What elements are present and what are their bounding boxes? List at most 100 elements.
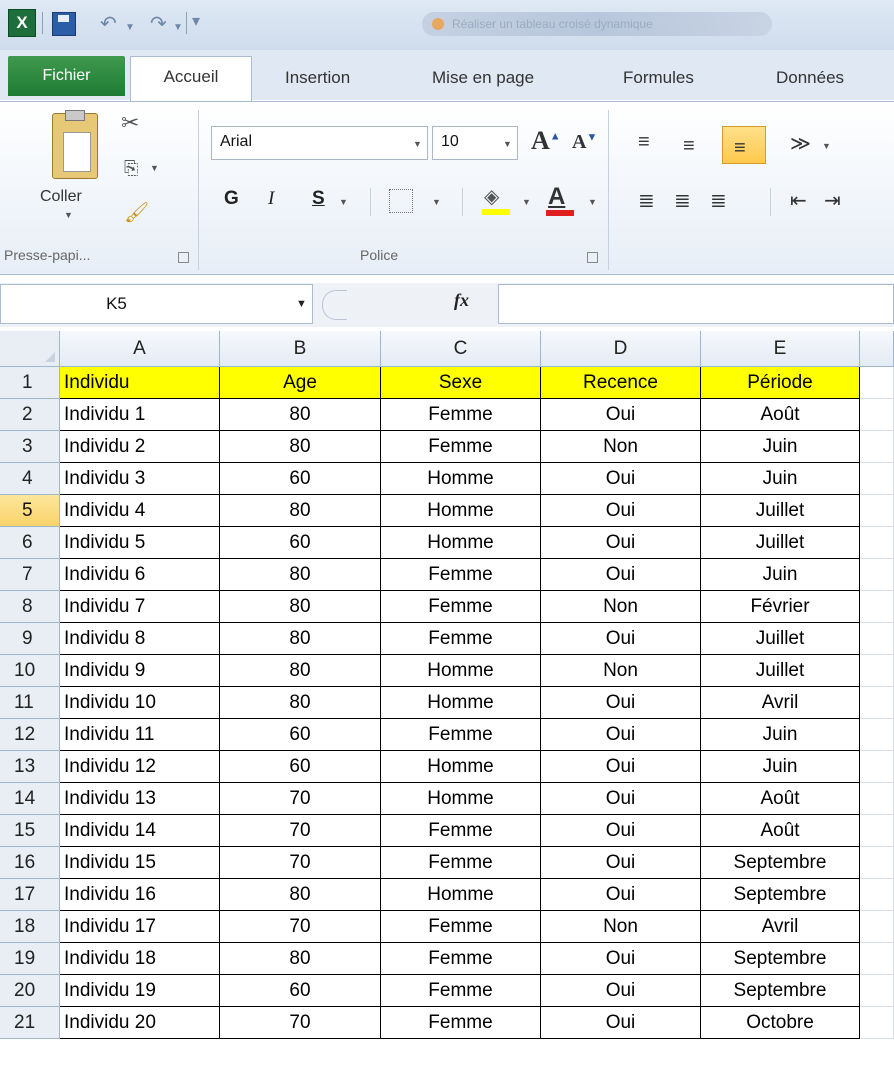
tab-formules[interactable]: Formules [623,60,694,96]
row-header-15[interactable]: 15 [0,815,60,847]
column-header-b[interactable]: B [220,331,381,367]
row-header-7[interactable]: 7 [0,559,60,591]
table-cell[interactable]: 80 [220,943,381,975]
column-header-c[interactable]: C [381,331,541,367]
table-cell[interactable]: Août [701,815,860,847]
table-cell[interactable]: Homme [381,527,541,559]
table-cell[interactable]: Non [541,591,701,623]
table-cell[interactable]: Septembre [701,975,860,1007]
cell[interactable] [860,623,894,655]
row-header-8[interactable]: 8 [0,591,60,623]
cell[interactable] [860,431,894,463]
insert-function-icon[interactable]: fx [454,290,469,311]
row-header-5[interactable]: 5 [0,495,60,527]
cell[interactable] [860,1007,894,1039]
table-cell[interactable]: Juin [701,719,860,751]
table-cell[interactable]: Juin [701,751,860,783]
table-cell[interactable]: Femme [381,847,541,879]
table-cell[interactable]: Femme [381,911,541,943]
cell[interactable] [860,655,894,687]
tab-accueil[interactable]: Accueil [130,56,252,102]
table-cell[interactable]: Oui [541,975,701,1007]
table-cell[interactable]: 80 [220,431,381,463]
name-box-dropdown-icon[interactable]: ▼ [296,298,307,310]
column-header-a[interactable]: A [60,331,220,367]
table-cell[interactable]: Femme [381,591,541,623]
table-cell[interactable]: Individu 17 [60,911,220,943]
align-top-icon[interactable]: ≡ [638,132,650,152]
cell[interactable] [860,399,894,431]
row-header-11[interactable]: 11 [0,687,60,719]
table-cell[interactable]: Février [701,591,860,623]
cell[interactable] [860,463,894,495]
table-cell[interactable]: 70 [220,1007,381,1039]
table-cell[interactable]: Individu 13 [60,783,220,815]
name-box[interactable]: K5 [0,284,313,324]
table-cell[interactable]: Homme [381,783,541,815]
italic-button[interactable]: I [268,188,274,210]
cell[interactable] [860,975,894,1007]
table-cell[interactable]: Femme [381,943,541,975]
table-cell[interactable]: Homme [381,751,541,783]
table-cell[interactable]: 70 [220,783,381,815]
row-header-18[interactable]: 18 [0,911,60,943]
table-cell[interactable]: Femme [381,623,541,655]
table-cell[interactable]: Individu 15 [60,847,220,879]
table-cell[interactable]: Individu 9 [60,655,220,687]
row-header-16[interactable]: 16 [0,847,60,879]
table-cell[interactable]: Juillet [701,495,860,527]
table-cell[interactable]: 80 [220,655,381,687]
row-header-3[interactable]: 3 [0,431,60,463]
copy-dropdown-icon[interactable]: ▼ [150,163,159,173]
table-cell[interactable]: Individu 6 [60,559,220,591]
table-cell[interactable]: Oui [541,495,701,527]
cell[interactable] [860,367,894,399]
table-cell[interactable]: Femme [381,719,541,751]
bold-button[interactable]: G [224,188,239,210]
table-cell[interactable]: Individu 16 [60,879,220,911]
table-cell[interactable]: Homme [381,879,541,911]
row-header-19[interactable]: 19 [0,943,60,975]
table-cell[interactable]: Individu 1 [60,399,220,431]
table-cell[interactable]: Femme [381,399,541,431]
borders-dropdown-icon[interactable]: ▼ [432,197,441,207]
redo-dropdown-icon[interactable]: ▼ [173,22,183,33]
table-cell[interactable]: Individu 20 [60,1007,220,1039]
redo-icon[interactable]: ↷ [150,14,167,34]
table-cell[interactable]: Individu 11 [60,719,220,751]
clipboard-launcher-icon[interactable] [178,252,189,263]
table-cell[interactable]: Individu 19 [60,975,220,1007]
table-cell[interactable]: Septembre [701,847,860,879]
table-cell[interactable]: Avril [701,687,860,719]
undo-dropdown-icon[interactable]: ▼ [125,22,135,33]
table-cell[interactable]: Oui [541,719,701,751]
table-header-cell[interactable]: Période [701,367,860,399]
table-cell[interactable]: Individu 2 [60,431,220,463]
table-cell[interactable]: Juin [701,463,860,495]
table-cell[interactable]: Femme [381,815,541,847]
cell[interactable] [860,943,894,975]
orientation-dropdown-icon[interactable]: ▼ [822,141,831,151]
table-cell[interactable]: Homme [381,687,541,719]
paste-button-label[interactable]: Coller [40,188,82,206]
cell[interactable] [860,527,894,559]
table-header-cell[interactable]: Sexe [381,367,541,399]
table-cell[interactable]: 60 [220,751,381,783]
select-all-corner[interactable] [0,331,60,367]
align-center-icon[interactable]: ≣ [674,191,691,211]
table-cell[interactable]: Individu 7 [60,591,220,623]
table-cell[interactable]: Non [541,431,701,463]
table-cell[interactable]: Individu 12 [60,751,220,783]
table-header-cell[interactable]: Recence [541,367,701,399]
table-cell[interactable]: Individu 5 [60,527,220,559]
table-cell[interactable]: 80 [220,687,381,719]
align-right-icon[interactable]: ≣ [710,191,727,211]
table-cell[interactable]: Oui [541,783,701,815]
row-header-12[interactable]: 12 [0,719,60,751]
borders-icon[interactable] [389,189,413,213]
customize-toolbar-icon[interactable]: ▾ [192,14,200,30]
table-cell[interactable]: Femme [381,559,541,591]
column-header-d[interactable]: D [541,331,701,367]
tab-donnees[interactable]: Données [776,60,844,96]
table-cell[interactable]: Homme [381,655,541,687]
